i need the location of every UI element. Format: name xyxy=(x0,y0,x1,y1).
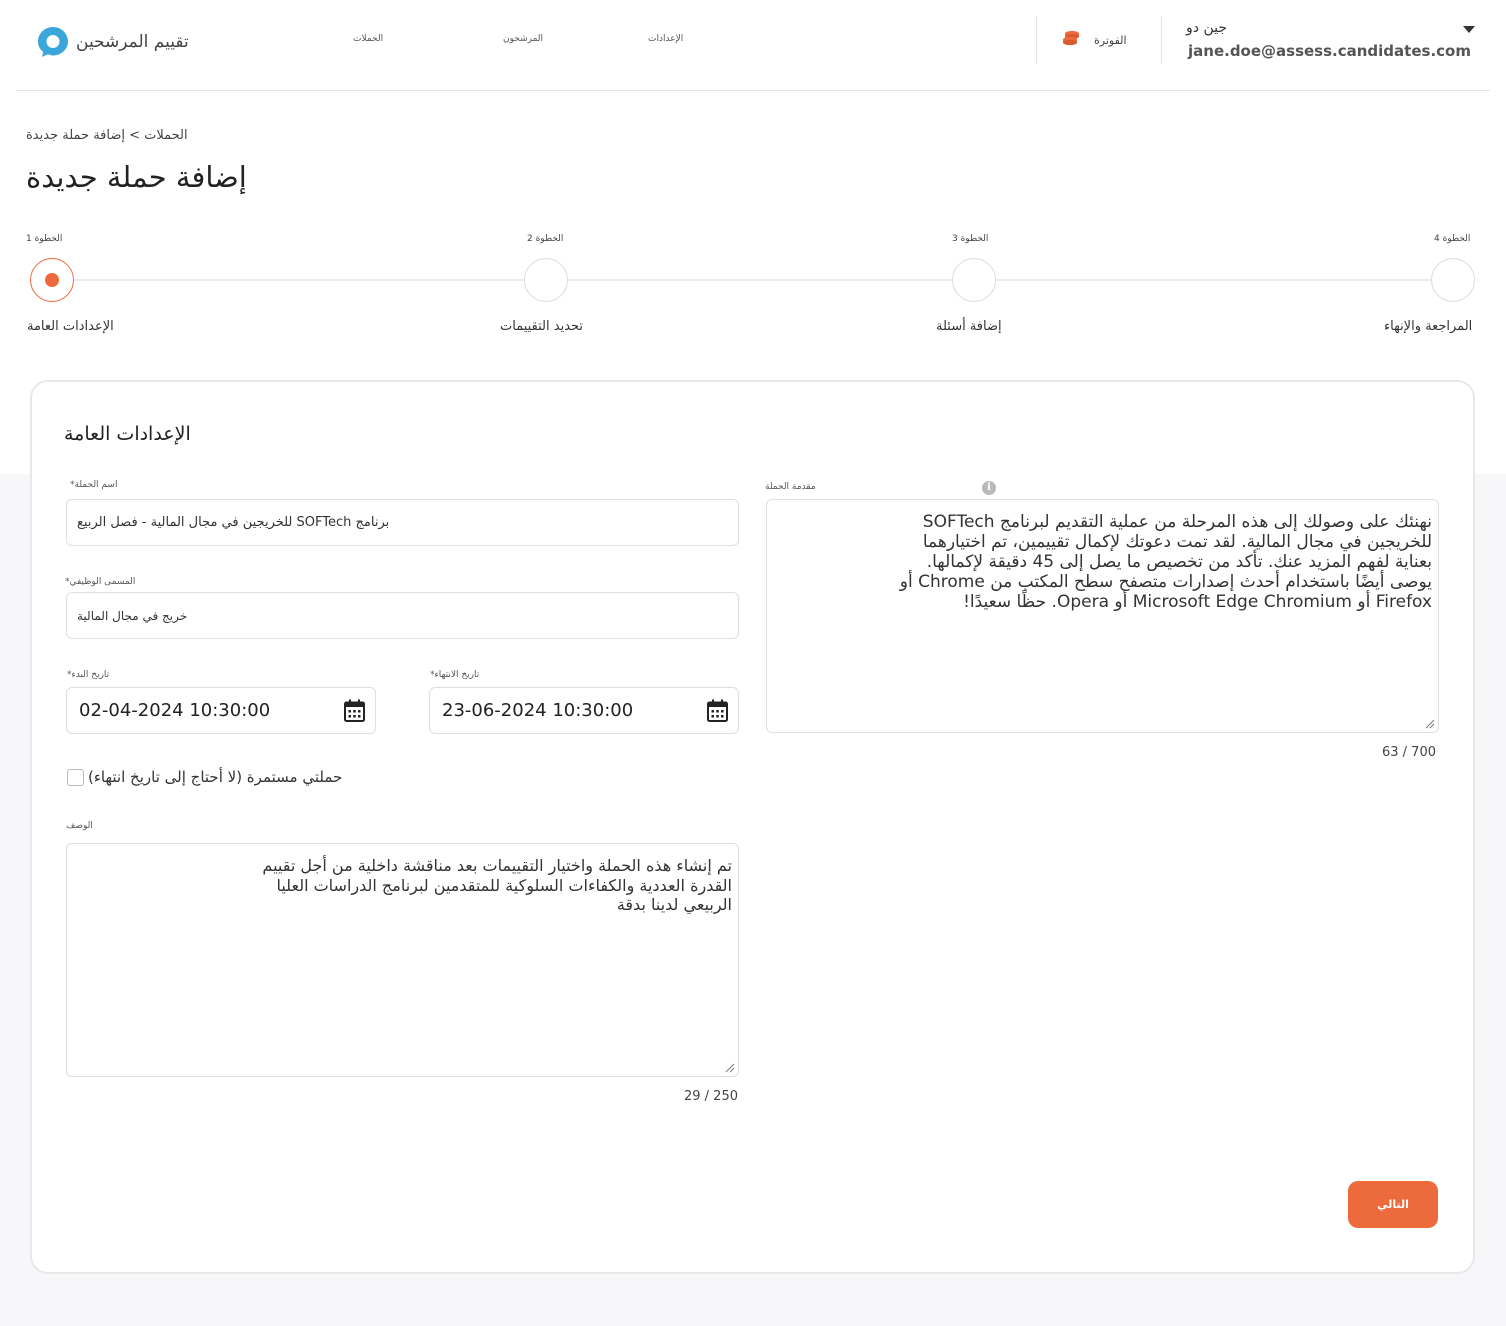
step-4-indicator[interactable] xyxy=(1431,258,1475,302)
header-divider xyxy=(16,90,1490,91)
job-title-value: خريج في مجال المالية xyxy=(77,608,188,623)
resize-handle-icon[interactable] xyxy=(725,1063,735,1073)
calendar-icon[interactable] xyxy=(344,699,365,722)
step-1-number: الخطوة 1 xyxy=(26,234,63,244)
description-textarea[interactable]: تم إنشاء هذه الحملة واختيار التقييمات بع… xyxy=(66,843,739,1077)
campaign-name-label: اسم الحملة* xyxy=(70,480,118,490)
step-2-label[interactable]: تحديد التقييمات xyxy=(500,319,583,334)
intro-textarea[interactable]: نهنئك على وصولك إلى هذه المرحلة من عملية… xyxy=(766,499,1439,733)
nav-candidates[interactable]: المرشحون xyxy=(503,34,543,44)
user-email: jane.doe@assess.candidates.com xyxy=(1188,42,1471,60)
page-title: إضافة حملة جديدة xyxy=(26,160,247,194)
step-2-number: الخطوة 2 xyxy=(527,234,564,244)
ongoing-checkbox-label[interactable]: حملتي مستمرة (لا أحتاج إلى تاريخ انتهاء) xyxy=(88,768,342,786)
step-4-label[interactable]: المراجعة والإنهاء xyxy=(1384,319,1472,334)
start-date-value: 02-04-2024 10:30:00 xyxy=(79,700,271,721)
step-4-number: الخطوة 4 xyxy=(1434,234,1471,244)
header-divider xyxy=(1161,16,1162,64)
start-date-input[interactable]: 02-04-2024 10:30:00 xyxy=(66,687,376,734)
nav-campaigns[interactable]: الحملات xyxy=(353,34,383,44)
coins-icon xyxy=(1062,30,1080,50)
step-3-indicator[interactable] xyxy=(952,258,996,302)
job-title-input[interactable]: خريج في مجال المالية xyxy=(66,592,739,639)
intro-char-counter: 63 / 700 xyxy=(1382,745,1436,760)
description-label: الوصف xyxy=(66,821,93,831)
chat-bubble-logo-icon xyxy=(36,25,70,59)
section-title: الإعدادات العامة xyxy=(64,423,191,445)
chevron-down-icon[interactable] xyxy=(1463,26,1475,33)
resize-handle-icon[interactable] xyxy=(1425,719,1435,729)
description-value: تم إنشاء هذه الحملة واختيار التقييمات بع… xyxy=(262,856,732,914)
job-title-label: المسمى الوظيفي* xyxy=(65,577,136,587)
ongoing-checkbox[interactable] xyxy=(67,769,84,786)
info-icon[interactable]: i xyxy=(982,481,996,495)
step-2-indicator[interactable] xyxy=(524,258,568,302)
end-date-value: 23-06-2024 10:30:00 xyxy=(442,700,634,721)
billing-label: الفوترة xyxy=(1094,33,1127,47)
end-date-label: تاريخ الانتهاء* xyxy=(430,670,480,680)
start-date-label: تاريخ البدء* xyxy=(67,670,110,680)
step-3-number: الخطوة 3 xyxy=(952,234,989,244)
campaign-name-input[interactable]: برنامج SOFTech للخريجين في مجال المالية … xyxy=(66,499,739,546)
stepper-track xyxy=(52,279,1452,281)
step-3-label[interactable]: إضافة أسئلة xyxy=(936,319,1002,334)
breadcrumb: الحملات > إضافة حملة جديدة xyxy=(26,128,188,143)
step-1-indicator[interactable] xyxy=(30,258,74,302)
calendar-icon[interactable] xyxy=(707,699,728,722)
brand[interactable]: تقييم المرشحين xyxy=(36,24,189,60)
user-name: جين دو xyxy=(1186,20,1227,36)
next-button[interactable]: التالي xyxy=(1348,1181,1438,1228)
billing-link[interactable]: الفوترة xyxy=(1062,30,1127,50)
description-char-counter: 29 / 250 xyxy=(684,1089,738,1104)
nav-settings[interactable]: الإعدادات xyxy=(648,34,683,44)
step-1-label[interactable]: الإعدادات العامة xyxy=(27,319,114,334)
brand-name: تقييم المرشحين xyxy=(76,32,189,52)
header-divider xyxy=(1036,16,1037,64)
intro-value: نهنئك على وصولك إلى هذه المرحلة من عملية… xyxy=(899,512,1432,612)
intro-label: مقدمة الحملة xyxy=(765,482,816,492)
end-date-input[interactable]: 23-06-2024 10:30:00 xyxy=(429,687,739,734)
campaign-name-value: برنامج SOFTech للخريجين في مجال المالية … xyxy=(77,515,390,530)
